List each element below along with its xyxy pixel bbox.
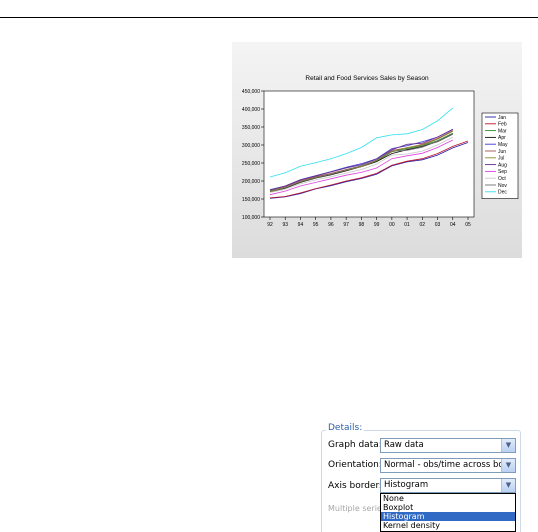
legend-label: Sep xyxy=(498,169,507,175)
legend-label: Dec xyxy=(498,190,507,196)
legend-label: May xyxy=(498,142,508,148)
x-tick-label: 02 xyxy=(420,222,426,228)
y-tick-label: 200,000 xyxy=(242,179,260,185)
dropdown-option[interactable]: None xyxy=(381,494,515,503)
top-divider xyxy=(0,17,538,18)
plot-area xyxy=(263,90,475,218)
chart-panel: Retail and Food Services Sales by Season… xyxy=(232,42,522,258)
axis-borders-label: Axis borders: xyxy=(328,481,387,491)
axis-borders-value: Histogram xyxy=(384,480,429,490)
x-tick-label: 00 xyxy=(389,222,395,228)
x-tick-label: 01 xyxy=(404,222,410,228)
y-tick-label: 150,000 xyxy=(242,197,260,203)
x-tick-label: 97 xyxy=(343,222,349,228)
axis-borders-dropdown: None Boxplot Histogram Kernel density xyxy=(380,493,516,532)
graph-data-value: Raw data xyxy=(384,440,424,450)
x-tick-label: 05 xyxy=(465,222,471,228)
x-tick-label: 96 xyxy=(328,222,334,228)
graph-data-select[interactable]: Raw data ▼ xyxy=(380,438,516,453)
axis-borders-select[interactable]: Histogram ▼ xyxy=(380,478,516,493)
dropdown-option[interactable]: Kernel density xyxy=(381,521,515,530)
chevron-down-icon[interactable]: ▼ xyxy=(501,439,515,452)
legend-label: Oct xyxy=(498,176,506,182)
chevron-down-icon[interactable]: ▼ xyxy=(501,479,515,492)
graph-data-label: Graph data: xyxy=(328,440,382,450)
legend-label: Jul xyxy=(498,156,504,162)
legend-label: Nov xyxy=(498,183,507,189)
dropdown-option[interactable]: Boxplot xyxy=(381,503,515,512)
x-tick-label: 92 xyxy=(267,222,273,228)
y-tick-label: 350,000 xyxy=(242,125,260,131)
legend-label: Apr xyxy=(498,135,506,141)
chart-svg: Retail and Food Services Sales by Season… xyxy=(242,75,519,228)
y-tick-label: 250,000 xyxy=(242,161,260,167)
orientation-label: Orientation: xyxy=(328,460,382,470)
legend-label: Aug xyxy=(498,162,507,168)
x-tick-label: 98 xyxy=(359,222,365,228)
x-tick-label: 93 xyxy=(282,222,288,228)
orientation-select[interactable]: Normal - obs/time across bottom ▼ xyxy=(380,458,516,473)
legend-label: Jun xyxy=(498,149,506,155)
x-tick-label: 99 xyxy=(374,222,380,228)
dropdown-option-selected[interactable]: Histogram xyxy=(381,512,515,521)
details-legend: Details: xyxy=(326,423,365,433)
legend-label: Feb xyxy=(498,122,507,128)
details-group: Details: Graph data: Raw data ▼ Orientat… xyxy=(321,423,521,532)
x-tick-label: 94 xyxy=(298,222,304,228)
y-tick-label: 450,000 xyxy=(242,89,260,95)
x-tick-label: 95 xyxy=(313,222,319,228)
x-tick-label: 04 xyxy=(450,222,456,228)
legend-label: Jan xyxy=(498,115,506,121)
x-tick-label: 03 xyxy=(435,222,441,228)
y-tick-label: 400,000 xyxy=(242,107,260,113)
y-tick-label: 300,000 xyxy=(242,143,260,149)
y-tick-label: 100,000 xyxy=(242,215,260,221)
chart-title: Retail and Food Services Sales by Season xyxy=(305,75,429,82)
chevron-down-icon[interactable]: ▼ xyxy=(501,459,515,472)
legend-label: Mar xyxy=(498,128,507,134)
orientation-value: Normal - obs/time across bottom xyxy=(384,460,515,470)
